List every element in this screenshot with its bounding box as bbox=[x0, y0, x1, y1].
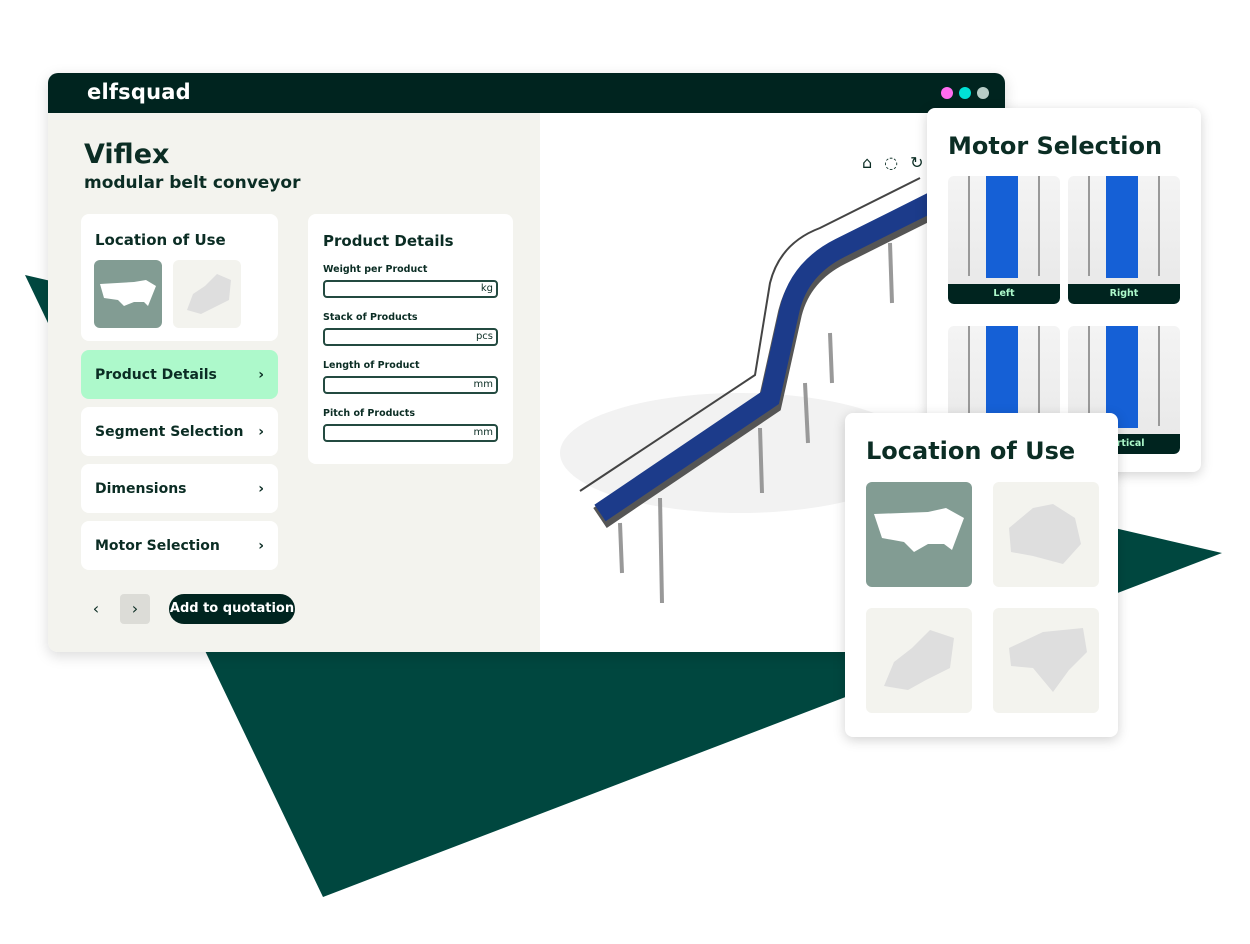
length-label: Length of Product bbox=[323, 360, 420, 371]
australia-option[interactable] bbox=[993, 482, 1099, 587]
title-bar: elfsquad bbox=[48, 73, 1005, 113]
product-title: Viflex bbox=[84, 139, 170, 170]
europe-option[interactable] bbox=[866, 608, 972, 713]
asia-option[interactable] bbox=[993, 608, 1099, 713]
asia-map-icon bbox=[1009, 628, 1087, 692]
motor-selection-title: Motor Selection bbox=[948, 132, 1163, 160]
step-motor-selection[interactable]: Motor Selection › bbox=[81, 521, 278, 570]
chevron-right-icon: › bbox=[258, 423, 264, 440]
window-dot-grey[interactable] bbox=[977, 87, 989, 99]
europe-map-icon bbox=[884, 630, 954, 690]
focus-icon[interactable]: ◌ bbox=[884, 153, 898, 172]
usa-map-icon bbox=[100, 280, 156, 306]
chevron-right-icon: › bbox=[258, 537, 264, 554]
step-label: Dimensions bbox=[95, 480, 187, 497]
prev-button[interactable]: ‹ bbox=[81, 594, 111, 624]
usa-map-icon bbox=[874, 508, 964, 552]
location-card: Location of Use bbox=[81, 214, 278, 341]
step-label: Product Details bbox=[95, 366, 217, 383]
length-input[interactable]: mm bbox=[323, 376, 498, 394]
window-dot-pink[interactable] bbox=[941, 87, 953, 99]
step-segment-selection[interactable]: Segment Selection › bbox=[81, 407, 278, 456]
rotate-icon[interactable]: ↻ bbox=[910, 153, 923, 172]
home-icon[interactable]: ⌂ bbox=[862, 153, 872, 172]
location-popup-title: Location of Use bbox=[866, 437, 1076, 465]
europe-map-icon bbox=[187, 274, 231, 314]
europe-option[interactable] bbox=[173, 260, 241, 328]
step-product-details[interactable]: Product Details › bbox=[81, 350, 278, 399]
motor-option-label: Right bbox=[1068, 284, 1180, 304]
step-label: Segment Selection bbox=[95, 423, 244, 440]
motor-option-right[interactable]: Right bbox=[1068, 176, 1180, 304]
product-subtitle: modular belt conveyor bbox=[84, 173, 301, 193]
pitch-input[interactable]: mm bbox=[323, 424, 498, 442]
usa-option[interactable] bbox=[94, 260, 162, 328]
weight-input[interactable]: kg bbox=[323, 280, 498, 298]
stack-input[interactable]: pcs bbox=[323, 328, 498, 346]
location-popup: Location of Use bbox=[845, 413, 1118, 737]
motor-option-left[interactable]: Left bbox=[948, 176, 1060, 304]
chevron-right-icon: › bbox=[258, 366, 264, 383]
product-details-card: Product Details Weight per Product kg St… bbox=[308, 214, 513, 464]
chevron-right-icon: › bbox=[258, 480, 264, 497]
motor-option-label: Left bbox=[948, 284, 1060, 304]
australia-map-icon bbox=[1009, 504, 1081, 564]
product-details-title: Product Details bbox=[323, 232, 454, 250]
add-to-quotation-button[interactable]: Add to quotation bbox=[169, 594, 295, 624]
usa-option[interactable] bbox=[866, 482, 972, 587]
next-button[interactable]: › bbox=[120, 594, 150, 624]
location-title: Location of Use bbox=[95, 231, 226, 249]
step-dimensions[interactable]: Dimensions › bbox=[81, 464, 278, 513]
weight-label: Weight per Product bbox=[323, 264, 428, 275]
config-panel: Viflex modular belt conveyor Location of… bbox=[48, 113, 540, 652]
stack-label: Stack of Products bbox=[323, 312, 418, 323]
pitch-label: Pitch of Products bbox=[323, 408, 415, 419]
window-dot-cyan[interactable] bbox=[959, 87, 971, 99]
step-label: Motor Selection bbox=[95, 537, 220, 554]
elfsquad-logo: elfsquad bbox=[87, 80, 191, 104]
